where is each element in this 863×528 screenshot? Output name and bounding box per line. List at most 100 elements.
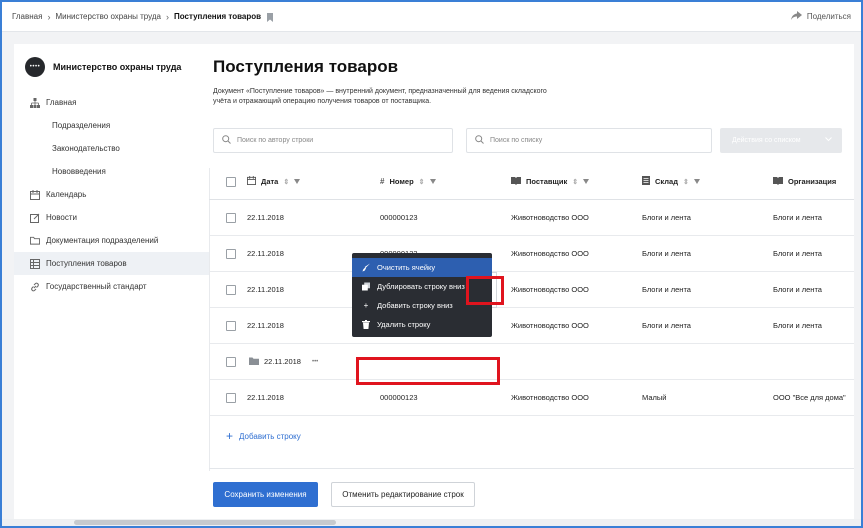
org-logo: •••• xyxy=(25,57,45,77)
cell-number[interactable]: 000000123 xyxy=(380,200,418,235)
column-warehouse[interactable]: Склад ⇕ xyxy=(642,164,700,199)
breadcrumb-home[interactable]: Главная xyxy=(12,12,42,21)
sort-icon[interactable]: ⇕ xyxy=(572,178,578,186)
list-actions-dropdown[interactable]: Действия со списком xyxy=(720,128,842,153)
sidebar-item-legislation[interactable]: Законодательство xyxy=(14,137,209,160)
share-button[interactable]: Поделиться xyxy=(790,11,851,22)
cell-date[interactable]: 22.11.2018 xyxy=(247,272,284,307)
sidebar-item-label: Подразделения xyxy=(52,121,111,130)
book-icon xyxy=(773,176,783,187)
plus-icon: + xyxy=(363,301,369,310)
sidebar-item-label: Государственный стандарт xyxy=(46,282,147,291)
cell-number[interactable]: 000000123 xyxy=(380,380,418,415)
cell-warehouse[interactable]: Блоги и лента xyxy=(642,236,691,271)
cell-date[interactable]: 22.11.2018 xyxy=(247,380,284,415)
sidebar-item-label: Законодательство xyxy=(52,144,120,153)
document-icon xyxy=(642,176,650,187)
sidebar-item-news[interactable]: Новости xyxy=(14,206,209,229)
sitemap-icon xyxy=(30,97,40,108)
plus-icon: + xyxy=(226,429,234,443)
column-date[interactable]: Дата ⇕ xyxy=(247,164,301,199)
scrollbar-thumb[interactable] xyxy=(74,520,336,525)
folder-icon xyxy=(249,357,259,367)
sidebar-item-calendar[interactable]: Календарь xyxy=(14,183,209,206)
row-checkbox[interactable] xyxy=(226,320,236,331)
group-more-button[interactable]: ••• xyxy=(312,359,318,365)
row-checkbox[interactable] xyxy=(226,248,236,259)
row-checkbox[interactable] xyxy=(226,356,236,367)
book-icon xyxy=(511,176,521,187)
cell-supplier[interactable]: Животноводство ООО xyxy=(511,308,589,343)
cell-organization[interactable]: ООО "Все для дома" xyxy=(773,380,846,415)
column-number[interactable]: # Номер ⇕ xyxy=(380,164,436,199)
menu-item-clear-cell[interactable]: Очистить ячейку xyxy=(352,258,492,277)
cell-date[interactable]: 22.11.2018 xyxy=(247,308,284,343)
cell-supplier[interactable]: Животноводство ООО xyxy=(511,200,589,235)
folder-icon xyxy=(30,236,40,246)
sidebar-item-goods-receipts[interactable]: Поступления товаров xyxy=(14,252,209,275)
cell-warehouse[interactable]: Блоги и лента xyxy=(642,272,691,307)
row-checkbox[interactable] xyxy=(226,212,236,223)
row-checkbox[interactable] xyxy=(226,392,236,403)
group-label[interactable]: 22.11.2018 ••• xyxy=(249,344,318,379)
save-button[interactable]: Сохранить изменения xyxy=(213,482,318,507)
table-row[interactable]: 22.11.2018 000000123 Животноводство ООО … xyxy=(209,380,854,416)
sidebar-item-innovations[interactable]: Нововведения xyxy=(14,160,209,183)
cell-organization[interactable]: Блоги и лента xyxy=(773,308,822,343)
cell-supplier[interactable]: Животноводство ООО xyxy=(511,380,589,415)
table-group-row[interactable]: 22.11.2018 ••• xyxy=(209,344,854,380)
filter-icon[interactable] xyxy=(294,179,301,184)
cell-warehouse[interactable]: Блоги и лента xyxy=(642,308,691,343)
table-row[interactable]: 22.11.2018 000000123 Животноводство ООО … xyxy=(209,236,854,272)
cell-warehouse[interactable]: Малый xyxy=(642,380,666,415)
table-icon xyxy=(30,258,40,269)
sidebar-nav: Главная Подразделения Законодательство Н… xyxy=(14,91,209,298)
author-search-placeholder: Поиск по автору строки xyxy=(237,137,314,144)
cell-organization[interactable]: Блоги и лента xyxy=(773,236,822,271)
sidebar-item-standard[interactable]: Государственный стандарт xyxy=(14,275,209,298)
bookmark-icon[interactable] xyxy=(266,12,274,22)
column-organization[interactable]: Организация xyxy=(773,164,836,199)
share-icon xyxy=(790,11,802,22)
sidebar-item-departments[interactable]: Подразделения xyxy=(14,114,209,137)
highlight-delete-row xyxy=(356,357,500,385)
cell-date[interactable]: 22.11.2018 xyxy=(247,236,284,271)
share-label: Поделиться xyxy=(806,12,851,21)
list-search-placeholder: Поиск по списку xyxy=(490,137,543,144)
search-icon xyxy=(475,135,484,146)
add-row-button[interactable]: + Добавить строку xyxy=(226,429,301,443)
table-row[interactable]: 22.11.2018 Животноводство ООО Блоги и ле… xyxy=(209,308,854,344)
column-supplier[interactable]: Поставщик ⇕ xyxy=(511,164,590,199)
list-search-input[interactable]: Поиск по списку xyxy=(466,128,712,153)
sidebar-item-docs[interactable]: Документация подразделений xyxy=(14,229,209,252)
author-search-input[interactable]: Поиск по автору строки xyxy=(213,128,453,153)
cancel-edit-button[interactable]: Отменить редактирование строк xyxy=(331,482,475,507)
cell-supplier[interactable]: Животноводство ООО xyxy=(511,272,589,307)
table-row[interactable]: 22.11.2018 000000123 Животноводство ООО … xyxy=(209,200,854,236)
cell-organization[interactable]: Блоги и лента xyxy=(773,200,822,235)
cell-organization[interactable]: Блоги и лента xyxy=(773,272,822,307)
page-title: Поступления товаров xyxy=(213,57,399,76)
org-header[interactable]: •••• Министерство охраны труда xyxy=(25,57,181,77)
sort-icon[interactable]: ⇕ xyxy=(683,178,689,186)
menu-item-delete-row[interactable]: Удалить строку xyxy=(352,315,492,334)
cell-date[interactable]: 22.11.2018 xyxy=(247,200,284,235)
sidebar-item-home[interactable]: Главная xyxy=(14,91,209,114)
link-icon xyxy=(30,282,40,292)
table-header: Дата ⇕ # Номер ⇕ Поставщик ⇕ Склад ⇕ Орг… xyxy=(209,164,854,200)
breadcrumb-separator-icon: › xyxy=(47,11,51,22)
filter-icon[interactable] xyxy=(583,179,590,184)
calendar-icon xyxy=(247,176,256,187)
breadcrumb-ministry[interactable]: Министерство охраны труда xyxy=(55,12,161,21)
sort-icon[interactable]: ⇕ xyxy=(283,178,289,186)
table-row[interactable]: 22.11.2018 000000123 ••• Животноводство … xyxy=(209,272,854,308)
cell-supplier[interactable]: Животноводство ООО xyxy=(511,236,589,271)
filter-icon[interactable] xyxy=(693,179,700,184)
filter-icon[interactable] xyxy=(429,179,436,184)
add-row-label: Добавить строку xyxy=(239,431,301,441)
search-icon xyxy=(222,135,231,146)
cell-warehouse[interactable]: Блоги и лента xyxy=(642,200,691,235)
select-all-checkbox[interactable] xyxy=(226,176,236,187)
row-checkbox[interactable] xyxy=(226,284,236,295)
sort-icon[interactable]: ⇕ xyxy=(419,178,425,186)
